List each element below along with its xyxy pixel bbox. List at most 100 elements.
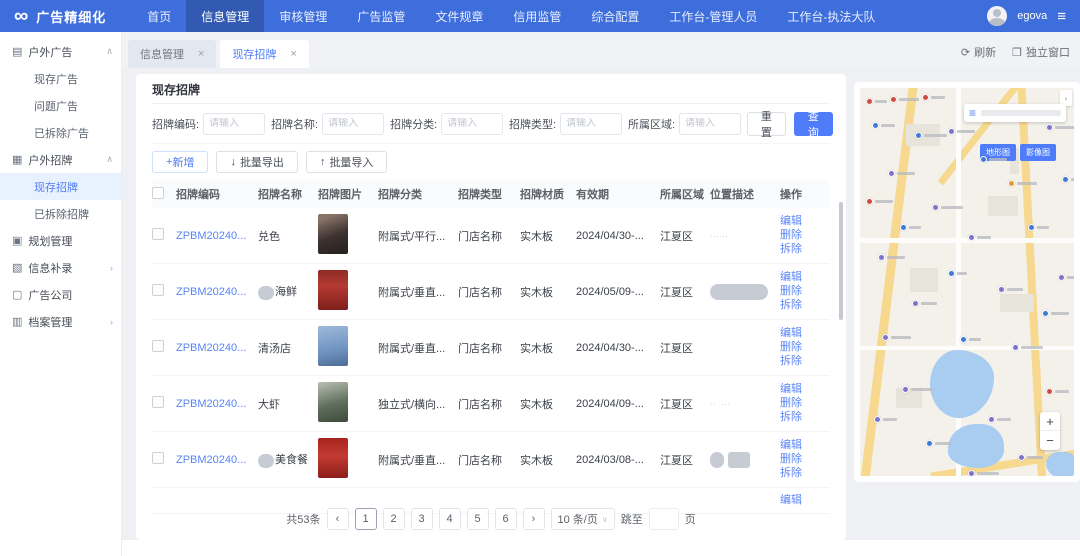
map-poi-marker[interactable] <box>1018 454 1025 461</box>
map-poi-marker[interactable] <box>1008 180 1015 187</box>
map-poi-marker[interactable] <box>1012 344 1019 351</box>
delete-link[interactable]: 删除 <box>780 285 820 298</box>
signboard-code-link[interactable]: ZPBM20240... <box>176 342 258 354</box>
user-avatar[interactable] <box>987 6 1007 26</box>
map-poi-marker[interactable] <box>980 156 987 163</box>
close-icon[interactable]: × <box>290 48 296 60</box>
map-poi-marker[interactable] <box>915 132 922 139</box>
row-checkbox[interactable] <box>152 452 164 464</box>
page-button-1[interactable]: 1 <box>355 508 377 530</box>
demolish-link[interactable]: 拆除 <box>780 299 820 312</box>
signboard-name-input[interactable] <box>328 118 378 129</box>
sidebar-group-archive[interactable]: ▥ 档案管理 › <box>0 308 121 335</box>
signboard-code-link[interactable]: ZPBM20240... <box>176 454 258 466</box>
map-poi-marker[interactable] <box>1028 224 1035 231</box>
edit-link[interactable]: 编辑 <box>780 439 820 452</box>
refresh-button[interactable]: ⟳ 刷新 <box>961 44 996 60</box>
zoom-in-button[interactable]: + <box>1040 412 1060 431</box>
add-button[interactable]: + 新增 <box>152 151 208 173</box>
map-poi-marker[interactable] <box>1058 274 1065 281</box>
map-poi-marker[interactable] <box>1062 176 1069 183</box>
map-poi-marker[interactable] <box>988 416 995 423</box>
signboard-code-link[interactable]: ZPBM20240... <box>176 230 258 242</box>
map-poi-marker[interactable] <box>948 128 955 135</box>
edit-link[interactable]: 编辑 <box>780 271 820 284</box>
tab-existing-signboards[interactable]: 现存招牌 × <box>220 40 308 68</box>
page-button-5[interactable]: 5 <box>467 508 489 530</box>
zoom-out-button[interactable]: − <box>1040 431 1060 450</box>
map-poi-marker[interactable] <box>932 204 939 211</box>
nav-item-ad-supervision[interactable]: 广告监管 <box>342 0 420 32</box>
edit-link[interactable]: 编辑 <box>780 327 820 340</box>
imagery-map-button[interactable]: 影像图 <box>1020 144 1056 161</box>
demolish-link[interactable]: 拆除 <box>780 243 820 256</box>
sidebar-item-removed-ads[interactable]: 已拆除广告 <box>0 119 121 146</box>
page-button-2[interactable]: 2 <box>383 508 405 530</box>
nav-item-workbench-admin[interactable]: 工作台-管理人员 <box>654 0 772 32</box>
batch-import-button[interactable]: ↑ 批量导入 <box>306 151 388 173</box>
nav-item-audit-management[interactable]: 审核管理 <box>264 0 342 32</box>
row-checkbox[interactable] <box>152 228 164 240</box>
sidebar-group-ad-company[interactable]: ▢ 广告公司 <box>0 281 121 308</box>
map-poi-marker[interactable] <box>960 336 967 343</box>
district-select[interactable] <box>685 118 735 129</box>
menu-toggle-icon[interactable]: ≡ <box>1057 8 1066 25</box>
signboard-photo[interactable] <box>318 438 348 478</box>
row-checkbox[interactable] <box>152 340 164 352</box>
map-poi-marker[interactable] <box>912 300 919 307</box>
map-search-input[interactable] <box>981 110 1061 116</box>
row-checkbox[interactable] <box>152 396 164 408</box>
row-checkbox[interactable] <box>152 284 164 296</box>
map-poi-marker[interactable] <box>968 470 975 476</box>
nav-item-home[interactable]: 首页 <box>132 0 186 32</box>
sidebar-item-existing-signboards[interactable]: 现存招牌 <box>0 173 121 200</box>
sidebar-item-removed-signboards[interactable]: 已拆除招牌 <box>0 200 121 227</box>
nav-item-config[interactable]: 综合配置 <box>576 0 654 32</box>
page-button-4[interactable]: 4 <box>439 508 461 530</box>
query-button[interactable]: 查询 <box>794 112 833 136</box>
nav-item-workbench-enforcement[interactable]: 工作台-执法大队 <box>772 0 890 32</box>
edit-link[interactable]: 编辑 <box>780 494 820 507</box>
signboard-category-select[interactable] <box>447 118 497 129</box>
map-poi-marker[interactable] <box>888 170 895 177</box>
signboard-photo[interactable] <box>318 326 348 366</box>
map-poi-marker[interactable] <box>866 98 873 105</box>
map-search-box[interactable]: ≡ <box>964 104 1066 122</box>
delete-link[interactable]: 删除 <box>780 397 820 410</box>
page-size-select[interactable]: 10 条/页 ∨ <box>551 508 615 530</box>
table-scrollbar[interactable] <box>839 202 843 320</box>
map-poi-marker[interactable] <box>874 416 881 423</box>
nav-item-credit-supervision[interactable]: 信用监管 <box>498 0 576 32</box>
sidebar-item-problem-ads[interactable]: 问题广告 <box>0 92 121 119</box>
delete-link[interactable]: 删除 <box>780 229 820 242</box>
sidebar-group-outdoor-signboard[interactable]: ▦ 户外招牌 ∧ <box>0 146 121 173</box>
next-page-button[interactable]: › <box>523 508 545 530</box>
select-all-checkbox[interactable] <box>152 187 164 199</box>
sidebar-group-planning[interactable]: ▣ 规划管理 <box>0 227 121 254</box>
map-poi-marker[interactable] <box>926 440 933 447</box>
page-button-3[interactable]: 3 <box>411 508 433 530</box>
map-poi-marker[interactable] <box>882 334 889 341</box>
map-poi-marker[interactable] <box>948 270 955 277</box>
map-poi-marker[interactable] <box>1042 310 1049 317</box>
signboard-photo[interactable] <box>318 270 348 310</box>
map-poi-marker[interactable] <box>922 94 929 101</box>
map-poi-marker[interactable] <box>1046 388 1053 395</box>
signboard-code-link[interactable]: ZPBM20240... <box>176 398 258 410</box>
map-canvas[interactable]: › ≡ 地形图 影像图 + − <box>860 88 1074 476</box>
nav-item-info-management[interactable]: 信息管理 <box>186 0 264 32</box>
signboard-photo[interactable] <box>318 214 348 254</box>
demolish-link[interactable]: 拆除 <box>780 411 820 424</box>
map-poi-marker[interactable] <box>890 96 897 103</box>
batch-export-button[interactable]: ↓ 批量导出 <box>216 151 298 173</box>
reset-button[interactable]: 重置 <box>747 112 786 136</box>
standalone-window-button[interactable]: ❐ 独立窗口 <box>1012 44 1070 60</box>
edit-link[interactable]: 编辑 <box>780 215 820 228</box>
map-poi-marker[interactable] <box>902 386 909 393</box>
map-poi-marker[interactable] <box>872 122 879 129</box>
sidebar-group-info-supplement[interactable]: ▧ 信息补录 › <box>0 254 121 281</box>
demolish-link[interactable]: 拆除 <box>780 355 820 368</box>
nav-item-document-rules[interactable]: 文件规章 <box>420 0 498 32</box>
page-button-6[interactable]: 6 <box>495 508 517 530</box>
edit-link[interactable]: 编辑 <box>780 383 820 396</box>
